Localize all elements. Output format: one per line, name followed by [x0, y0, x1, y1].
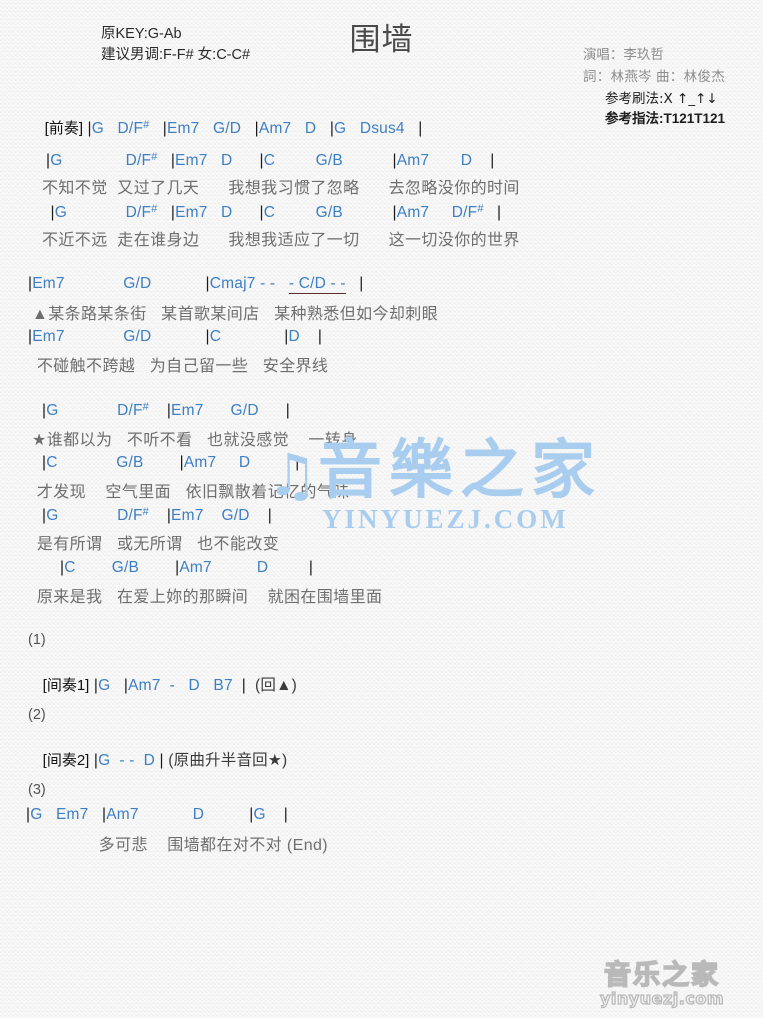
ending-number: (1) — [28, 632, 46, 648]
corner-watermark-cjk: 音乐之家 — [603, 960, 720, 991]
chord-line: |G Em7 |Am7 D |G | — [26, 806, 289, 823]
chord-line: |Em7 G/D |Cmaj7 - - - C/D - - | — [28, 275, 364, 294]
chord-line: |G D/F# |Em7 D |C G/B |Am7 D/F# | — [50, 203, 502, 221]
lyric-line: 原来是我 在爱上妳的那瞬间 就困在围墙里面 — [32, 589, 383, 606]
credits: 演唱：李玖哲 詞：林燕岑 曲：林俊杰 — [583, 44, 725, 88]
lyric-line: 不碰触不跨越 为自己留一些 安全界线 — [32, 358, 329, 375]
chord-line: |G D/F# |Em7 D |C G/B |Am7 D | — [46, 151, 495, 169]
watermark-cjk: 音樂之家 — [318, 434, 602, 508]
center-watermark: ♫ 音樂之家 YINYUEZJ.COM — [266, 434, 602, 535]
intro-line: [前奏] |G D/F# |Em7 G/D |Am7 D |G Dsus4 | — [44, 119, 423, 137]
lyric-line: 不近不远 走在谁身边 我想我适应了一切 这一切没你的世界 — [42, 232, 520, 249]
lyric-line: 是有所谓 或无所谓 也不能改变 — [32, 536, 280, 553]
reference-patterns: 参考刷法:X ↑_↑↓ 参考指法:T121T121 — [605, 89, 725, 129]
interlude-2-label: [间奏2] — [42, 752, 90, 769]
chord-sheet: 原KEY:G-Ab 建议男调:F-F# 女:C-C# 围墙 演唱：李玖哲 詞：林… — [0, 0, 763, 1018]
interlude-1-label: [间奏1] — [42, 677, 90, 694]
lyric-line: 才发现 空气里面 依旧飘散着记忆的气味 — [32, 484, 350, 501]
singer-line: 演唱：李玖哲 — [582, 47, 664, 62]
chord-line: |G D/F# |Em7 G/D | — [42, 506, 272, 524]
corner-watermark-latin: yinyuezj.com — [599, 989, 724, 1008]
interlude-2-line: [间奏2] |G - - D | (原曲升半音回★) — [42, 752, 288, 769]
lyric-line: ▲某条路某条街 某首歌某间店 某种熟悉但如今却刺眼 — [32, 306, 439, 323]
lyric-line: 多可悲 围墙都在对不对 (End) — [26, 837, 329, 854]
ending-number: (2) — [28, 707, 46, 723]
chord-line: |C G/B |Am7 D | — [42, 454, 300, 471]
writers-line: 詞：林燕岑 曲：林俊杰 — [582, 69, 725, 84]
lyric-line: ★谁都以为 不听不看 也就没感觉 一转身 — [32, 432, 358, 449]
finger-pattern: 参考指法:T121T121 — [604, 111, 725, 126]
watermark-latin: YINYUEZJ.COM — [322, 504, 569, 534]
corner-watermark: 音乐之家 yinyuezj.com — [599, 960, 724, 1008]
chord-line: |G D/F# |Em7 G/D | — [42, 401, 290, 419]
chord-line: |C G/B |Am7 D | — [60, 559, 314, 576]
chord-line: |Em7 G/D |C |D | — [28, 328, 323, 345]
lyric-line: 不知不觉 又过了几天 我想我习惯了忽略 去忽略没你的时间 — [42, 180, 520, 197]
ending-number: (3) — [28, 782, 46, 798]
interlude-1-line: [间奏1] |G |Am7 - D B7 | (回▲) — [42, 677, 298, 694]
strum-pattern: 参考刷法:X ↑_↑↓ — [604, 91, 718, 107]
intro-label: [前奏] — [44, 120, 84, 137]
